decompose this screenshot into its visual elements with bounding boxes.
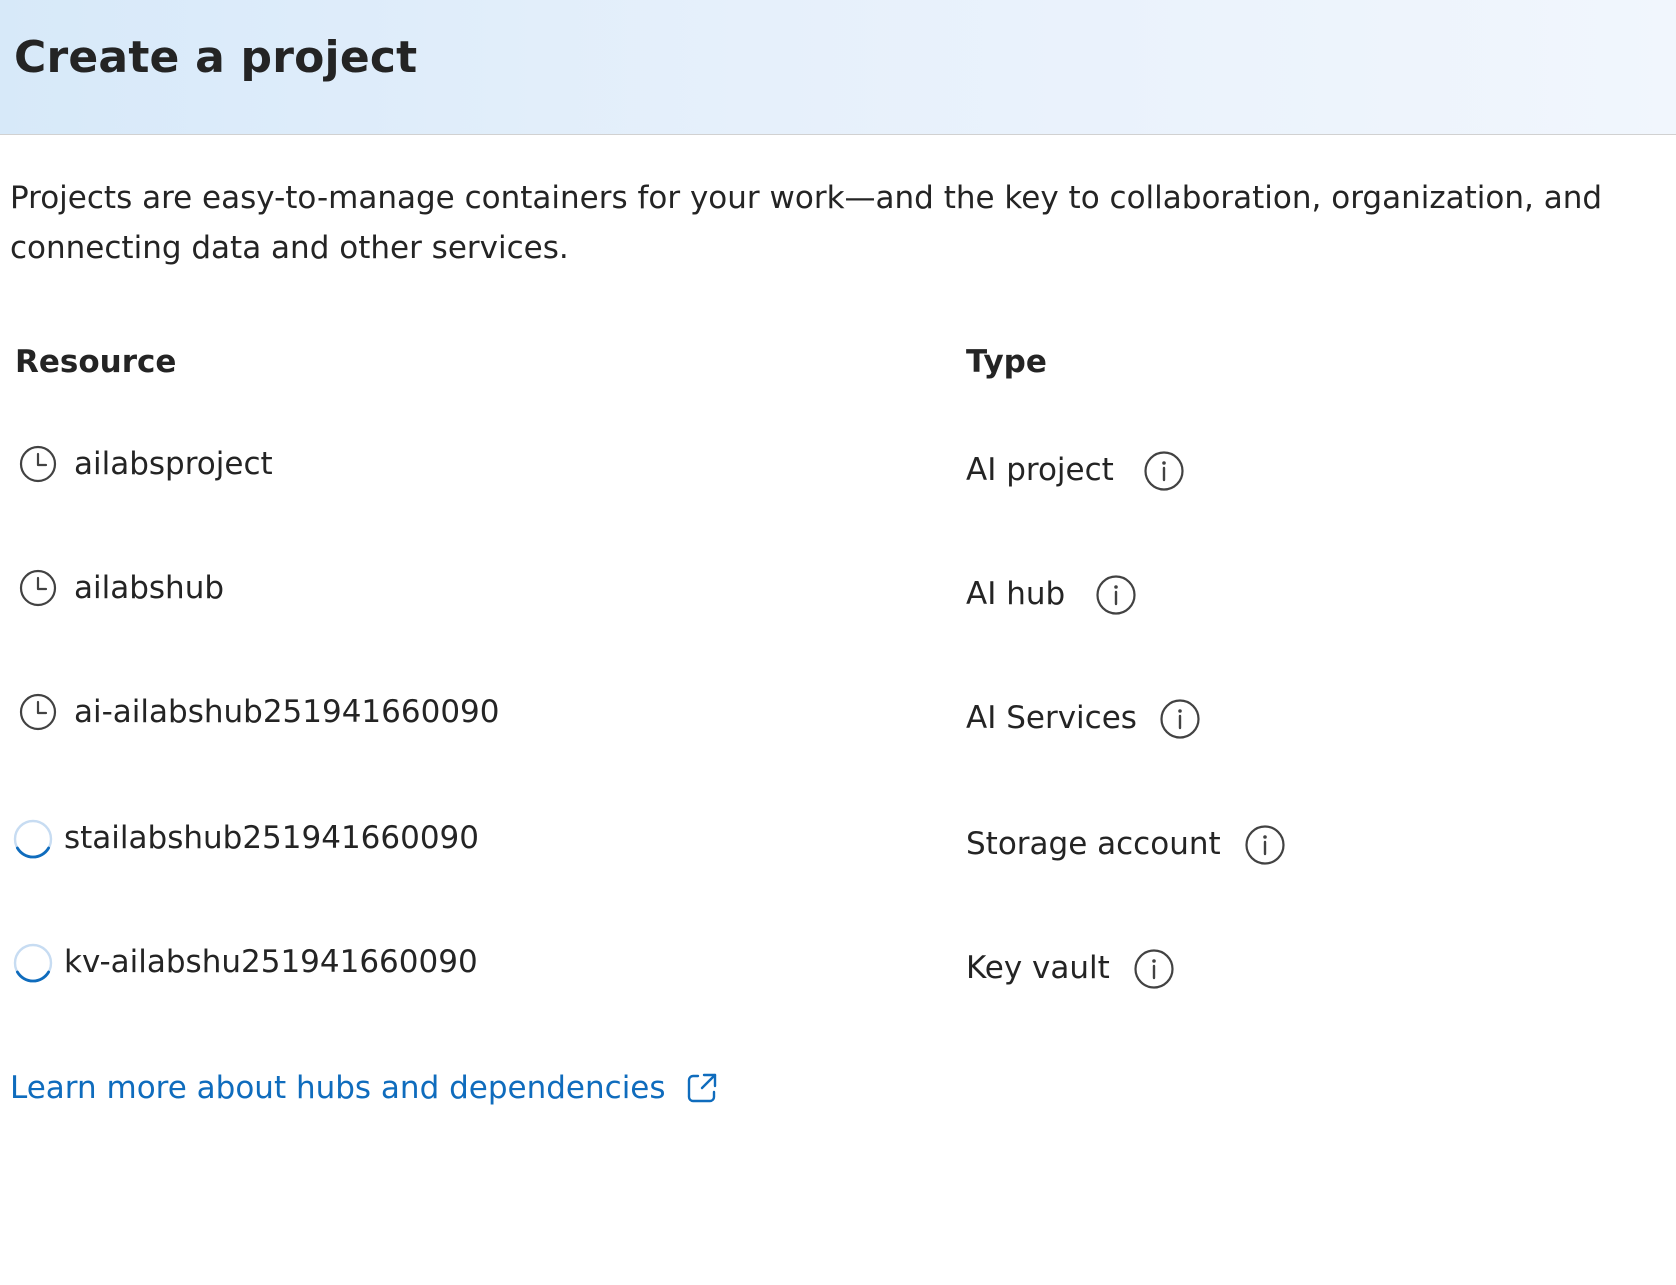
table-row: ai-ailabshub251941660090 AI Services [0, 692, 1676, 752]
resource-type: AI hub [966, 576, 1066, 612]
project-description: Projects are easy-to-manage containers f… [10, 180, 1603, 266]
table-row: kv-ailabshu251941660090 Key vault [0, 942, 1676, 1002]
clock-icon [19, 693, 57, 731]
resource-name: ai-ailabshub251941660090 [74, 694, 500, 730]
info-icon[interactable] [1095, 574, 1137, 616]
clock-icon [19, 569, 57, 607]
spinner-icon [13, 943, 53, 983]
resource-name: ailabshub [74, 570, 225, 606]
column-header-resource: Resource [15, 344, 177, 380]
resource-type: Key vault [966, 950, 1110, 986]
info-icon[interactable] [1133, 948, 1175, 990]
table-row: ailabshub AI hub [0, 568, 1676, 628]
info-icon[interactable] [1143, 450, 1185, 492]
info-icon[interactable] [1159, 698, 1201, 740]
table-row: stailabshub251941660090 Storage account [0, 818, 1676, 878]
resource-name: ailabsproject [74, 446, 273, 482]
resource-type: AI project [966, 452, 1114, 488]
learn-more-link[interactable]: Learn more about hubs and dependencies [10, 1066, 720, 1110]
resource-type: Storage account [966, 826, 1221, 862]
spinner-icon [13, 819, 53, 859]
external-link-icon [687, 1073, 716, 1103]
learn-more-label: Learn more about hubs and dependencies [10, 1070, 666, 1106]
resource-name: kv-ailabshu251941660090 [64, 944, 478, 980]
page-title: Create a project [14, 32, 418, 83]
resource-type: AI Services [966, 700, 1137, 736]
clock-icon [19, 445, 57, 483]
info-icon[interactable] [1244, 824, 1286, 866]
resource-name: stailabshub251941660090 [64, 820, 480, 856]
dialog-header: Create a project [0, 0, 1676, 135]
table-row: ailabsproject AI project [0, 444, 1676, 504]
column-header-type: Type [966, 344, 1047, 380]
